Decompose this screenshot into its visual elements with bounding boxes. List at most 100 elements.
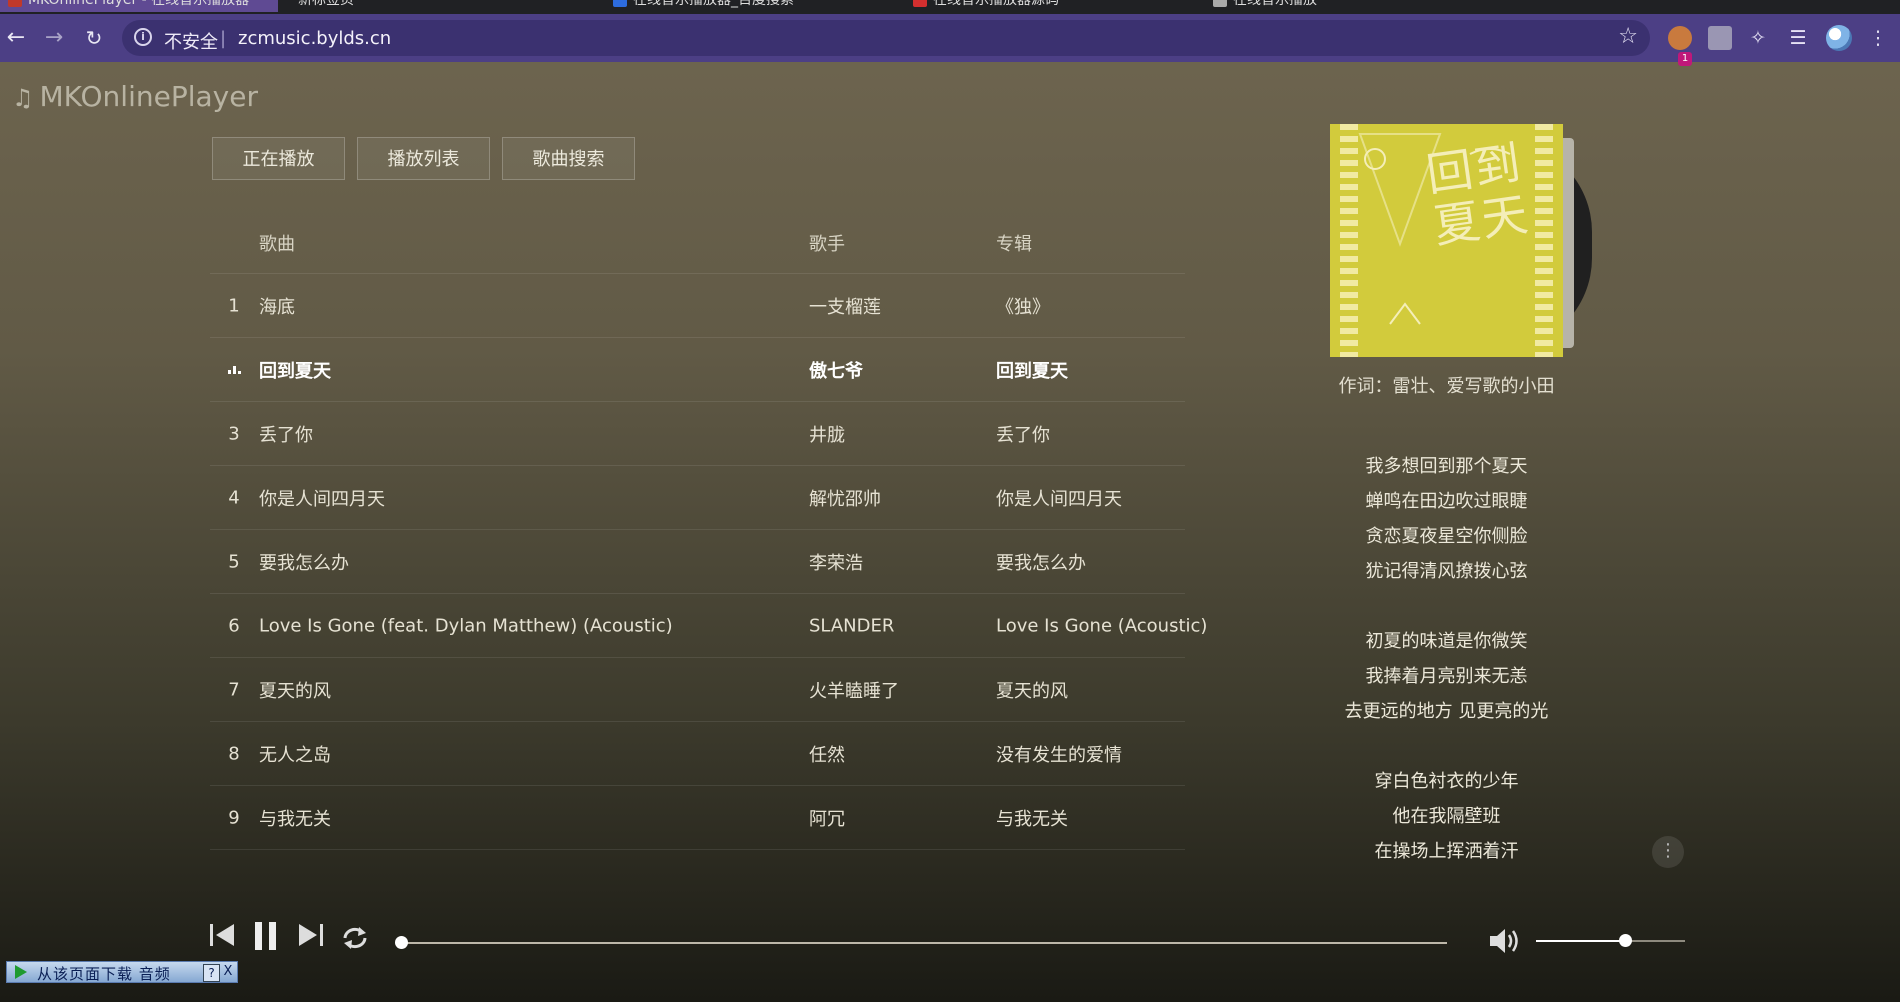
lyric-line: 穿白色衬衣的少年 [1374, 771, 1519, 792]
more-options-icon[interactable]: ⋮ [1652, 836, 1684, 868]
row-number: 8 [228, 743, 240, 764]
volume-icon[interactable] [1488, 926, 1520, 956]
song-title[interactable]: Love Is Gone (feat. Dylan Matthew) (Acou… [259, 615, 673, 636]
row-number: 5 [228, 551, 240, 572]
lyric-line: 贪恋夏夜星空你侧脸 [1365, 526, 1528, 547]
tab-now-playing[interactable]: 正在播放 [212, 137, 345, 180]
song-album[interactable]: 回到夏天 [996, 357, 1068, 383]
row-number: 9 [228, 807, 240, 828]
song-artist[interactable]: 一支榴莲 [809, 293, 881, 319]
header-artist: 歌手 [809, 234, 845, 255]
lyric-line [1330, 589, 1563, 624]
browser-tab[interactable]: 在线音乐播放器_百度搜索 [605, 0, 893, 12]
puzzle-extensions-icon[interactable]: ✧ [1746, 26, 1770, 50]
repeat-icon[interactable] [340, 924, 370, 952]
menu-dots-icon[interactable]: ⋮ [1866, 26, 1890, 50]
close-button[interactable]: X [221, 964, 235, 980]
song-row[interactable]: 5 要我怎么办 李荣浩 要我怎么办 [210, 530, 1185, 594]
lyric-line: 我多想回到那个夏天 [1365, 456, 1528, 477]
tab-song-search[interactable]: 歌曲搜索 [502, 137, 635, 180]
browser-tab-strip: MKOnlinePlayer - 在线音乐播放器 新标签页 在线音乐播放器_百度… [0, 0, 1900, 14]
song-title[interactable]: 夏天的风 [259, 677, 331, 703]
lyric-line: 去更远的地方 见更亮的光 [1344, 701, 1549, 722]
next-icon[interactable] [297, 921, 325, 949]
lyrics-panel[interactable]: 作词：雷壮、爱写歌的小田 我多想回到那个夏天 蝉鸣在田边吹过眼睫 贪恋夏夜星空你… [1330, 372, 1563, 870]
song-artist[interactable]: 井胧 [809, 421, 845, 447]
song-list: 歌曲 歌手 专辑 1 海底 一支榴莲 《独》 回到夏天 傲七爷 回到夏天 3 丢… [210, 213, 1207, 850]
previous-icon[interactable] [208, 921, 236, 949]
url-text[interactable]: zcmusic.bylds.cn [238, 28, 391, 49]
song-row[interactable]: 4 你是人间四月天 解忧邵帅 你是人间四月天 [210, 466, 1185, 530]
song-title[interactable]: 你是人间四月天 [259, 485, 385, 511]
lyric-line [1330, 729, 1563, 764]
song-album[interactable]: 你是人间四月天 [996, 485, 1122, 511]
song-artist[interactable]: 任然 [809, 741, 845, 767]
download-audio-bar[interactable]: 从该页面下载 音频 ? X [6, 961, 238, 983]
row-number: 7 [228, 679, 240, 700]
row-number: 4 [228, 487, 240, 508]
album-cover: 回到夏天 [1330, 124, 1563, 357]
back-arrow-icon[interactable]: ← [2, 24, 30, 52]
progress-bar[interactable] [395, 936, 1447, 949]
browser-tab[interactable]: 在线音乐播放器源码 [905, 0, 1193, 12]
lyric-line: 我捧着月亮别来无恙 [1365, 666, 1528, 687]
song-artist[interactable]: 解忧邵帅 [809, 485, 881, 511]
song-album[interactable]: Love Is Gone (Acoustic) [996, 615, 1207, 636]
song-row[interactable]: 6 Love Is Gone (feat. Dylan Matthew) (Ac… [210, 594, 1207, 658]
lyrics-author: 作词：雷壮、爱写歌的小田 [1338, 376, 1555, 397]
bookmark-star-icon[interactable]: ☆ [1618, 24, 1638, 49]
row-number: 3 [228, 423, 240, 444]
song-row[interactable]: 8 无人之岛 任然 没有发生的爱情 [210, 722, 1185, 786]
media-queue-icon[interactable]: ☰ [1786, 26, 1810, 50]
song-title[interactable]: 丢了你 [259, 421, 313, 447]
profile-avatar[interactable] [1826, 25, 1852, 51]
row-number: 6 [228, 615, 240, 636]
song-row[interactable]: 3 丢了你 井胧 丢了你 [210, 402, 1185, 466]
browser-toolbar: ← → ↻ i 不安全 | zcmusic.bylds.cn ☆ 1 ✧ ☰ ⋮ [0, 14, 1900, 66]
app-logo: ♫ MKOnlinePlayer [12, 80, 258, 113]
song-album[interactable]: 夏天的风 [996, 677, 1068, 703]
progress-knob[interactable] [395, 936, 408, 949]
lyric-line: 在操场上挥洒着汗 [1374, 841, 1519, 862]
lyric-line: 犹记得清风撩拨心弦 [1365, 561, 1528, 582]
help-button[interactable]: ? [203, 964, 220, 982]
song-row[interactable]: 1 海底 一支榴莲 《独》 [210, 274, 1185, 338]
volume-slider[interactable] [1536, 934, 1685, 947]
info-icon[interactable]: i [134, 28, 152, 46]
extension-icon[interactable] [1708, 26, 1732, 50]
song-album[interactable]: 与我无关 [996, 805, 1068, 831]
reload-icon[interactable]: ↻ [80, 24, 108, 52]
download-label[interactable]: 从该页面下载 音频 [37, 963, 171, 984]
pause-icon[interactable] [252, 921, 280, 951]
song-album[interactable]: 《独》 [996, 293, 1050, 319]
song-row-playing[interactable]: 回到夏天 傲七爷 回到夏天 [210, 338, 1185, 402]
song-title[interactable]: 与我无关 [259, 805, 331, 831]
extension-icon[interactable] [1668, 26, 1692, 50]
volume-knob[interactable] [1619, 934, 1632, 947]
song-row[interactable]: 7 夏天的风 火羊瞌睡了 夏天的风 [210, 658, 1185, 722]
song-title[interactable]: 海底 [259, 293, 295, 319]
cover-title: 回到夏天 [1423, 135, 1533, 254]
song-artist[interactable]: 李荣浩 [809, 549, 863, 575]
song-artist[interactable]: SLANDER [809, 615, 894, 636]
song-artist[interactable]: 火羊瞌睡了 [809, 677, 899, 703]
song-album[interactable]: 没有发生的爱情 [996, 741, 1122, 767]
song-title[interactable]: 无人之岛 [259, 741, 331, 767]
browser-tab-active[interactable]: MKOnlinePlayer - 在线音乐播放器 [0, 0, 278, 12]
row-number: 1 [228, 295, 240, 316]
song-title[interactable]: 要我怎么办 [259, 549, 349, 575]
music-note-icon: ♫ [12, 84, 34, 112]
song-row[interactable]: 9 与我无关 阿冗 与我无关 [210, 786, 1185, 850]
song-album[interactable]: 要我怎么办 [996, 549, 1086, 575]
playing-bars-icon [222, 365, 246, 374]
song-title[interactable]: 回到夏天 [259, 357, 331, 383]
browser-tab[interactable]: 在线音乐播放 [1205, 0, 1493, 12]
browser-tab[interactable]: 新标签页 [290, 0, 588, 12]
song-artist[interactable]: 阿冗 [809, 805, 845, 831]
song-album[interactable]: 丢了你 [996, 421, 1050, 447]
forward-arrow-icon[interactable]: → [40, 24, 68, 52]
tab-playlist[interactable]: 播放列表 [357, 137, 490, 180]
address-bar[interactable]: i 不安全 | zcmusic.bylds.cn ☆ [122, 20, 1650, 56]
tab-favicon-icon [613, 0, 627, 7]
song-artist[interactable]: 傲七爷 [809, 357, 863, 383]
